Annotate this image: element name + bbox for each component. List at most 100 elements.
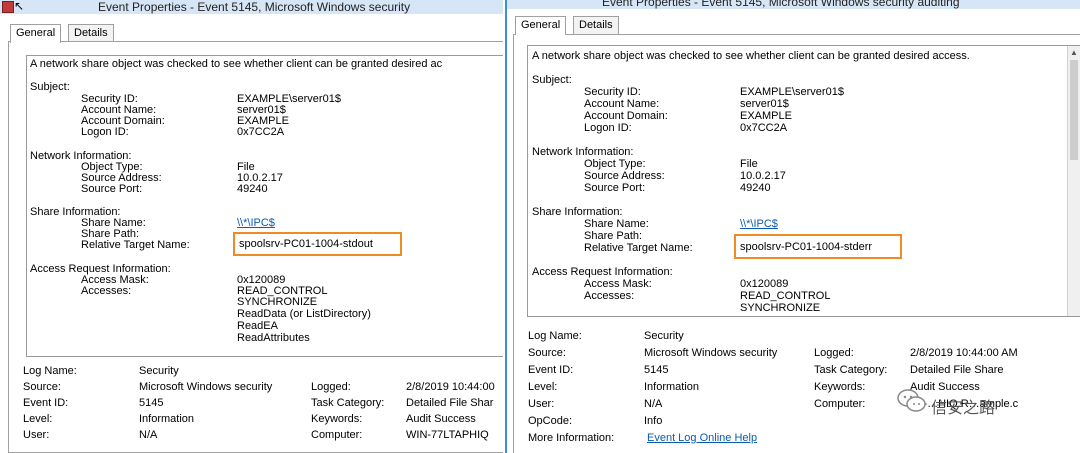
logged-value: 2/8/2019 10:44:00 xyxy=(406,381,495,393)
subject-header: Subject: xyxy=(30,81,70,93)
source-value: Microsoft Windows security xyxy=(139,381,273,393)
event-id-value: 5145 xyxy=(644,364,669,376)
source-label: Source: xyxy=(528,347,566,359)
account-name-value: server01$ xyxy=(740,98,789,110)
event-properties-window-right: Event Properties - Event 5145, Microsoft… xyxy=(505,0,1080,453)
user-label: User: xyxy=(528,398,555,410)
logon-id-label: Logon ID: xyxy=(584,122,632,134)
more-info-label: More Information: xyxy=(528,432,615,444)
event-properties-window-left: ↖ Event Properties - Event 5145, Microso… xyxy=(0,0,503,453)
logged-label: Logged: xyxy=(814,347,854,359)
source-address-value: 10.0.2.17 xyxy=(740,170,786,182)
share-info-header: Share Information: xyxy=(532,206,623,218)
subject-header: Subject: xyxy=(532,74,572,86)
access-right: SYNCHRONIZE xyxy=(740,302,821,314)
relative-target-label: Relative Target Name: xyxy=(584,242,693,254)
scroll-up-icon[interactable]: ▲ xyxy=(1070,48,1078,57)
level-value: Information xyxy=(139,413,195,425)
access-right: SYNCHRONIZE xyxy=(237,296,318,308)
source-address-label: Source Address: xyxy=(584,170,665,182)
log-name-value: Security xyxy=(139,365,179,377)
relative-target-value: spoolsrv-PC01-1004-stderr xyxy=(740,241,873,253)
share-name-label: Share Name: xyxy=(584,218,649,230)
logon-id-label: Logon ID: xyxy=(81,126,129,138)
wechat-logo-icon xyxy=(897,389,926,412)
level-value: Information xyxy=(644,381,700,393)
tab-general[interactable]: General xyxy=(515,16,567,35)
access-mask-value: 0x120089 xyxy=(740,278,789,290)
log-name-label: Log Name: xyxy=(528,330,582,342)
keywords-label: Keywords: xyxy=(311,413,363,425)
user-value: N/A xyxy=(139,429,158,441)
log-name-label: Log Name: xyxy=(23,365,77,377)
logon-id-value: 0x7CC2A xyxy=(740,122,788,134)
source-label: Source: xyxy=(23,381,61,393)
share-name-link[interactable]: \\*\IPC$ xyxy=(740,218,778,230)
relative-target-label: Relative Target Name: xyxy=(81,239,190,251)
security-id-value: EXAMPLE\server01$ xyxy=(740,86,844,98)
computer-label: Computer: xyxy=(311,429,363,441)
share-path-label: Share Path: xyxy=(584,230,643,242)
log-name-value: Security xyxy=(644,330,684,342)
general-tab-panel: ▲ A network share object was checked to … xyxy=(513,34,1080,453)
keywords-value: Audit Success xyxy=(406,413,476,425)
level-label: Level: xyxy=(528,381,558,393)
tab-general[interactable]: General xyxy=(10,24,62,43)
task-category-value: Detailed File Shar xyxy=(406,397,494,409)
event-description-box[interactable]: A network share object was checked to se… xyxy=(26,55,503,357)
title-bar[interactable]: Event Properties - Event 5145, Microsoft… xyxy=(507,0,1080,9)
share-name-link[interactable]: \\*\IPC$ xyxy=(237,217,275,229)
task-category-label: Task Category: xyxy=(814,364,888,376)
security-id-label: Security ID: xyxy=(584,86,641,98)
event-id-label: Event ID: xyxy=(528,364,574,376)
account-name-label: Account Name: xyxy=(584,98,660,110)
opcode-value: Info xyxy=(644,415,663,427)
access-mask-label: Access Mask: xyxy=(584,278,652,290)
event-id-label: Event ID: xyxy=(23,397,69,409)
opcode-label: OpCode: xyxy=(528,415,573,427)
access-right: ReadAttributes xyxy=(237,332,310,344)
logged-value: 2/8/2019 10:44:00 AM xyxy=(910,347,1018,359)
mouse-cursor-icon: ↖ xyxy=(14,0,25,13)
general-tab-panel: A network share object was checked to se… xyxy=(8,41,503,453)
logon-id-value: 0x7CC2A xyxy=(237,126,285,138)
watermark-text: 信安之路 xyxy=(931,400,996,417)
access-right: ReadData (or ListDirectory) xyxy=(237,308,371,320)
tab-details[interactable]: Details xyxy=(573,16,619,34)
description-summary: A network share object was checked to se… xyxy=(532,50,970,62)
account-domain-label: Account Domain: xyxy=(584,110,668,122)
description-scrollbar[interactable]: ▲ xyxy=(1067,46,1080,316)
source-value: Microsoft Windows security xyxy=(644,347,778,359)
computer-label: Computer: xyxy=(814,398,866,410)
source-port-label: Source Port: xyxy=(81,183,143,195)
source-port-label: Source Port: xyxy=(584,182,646,194)
source-port-value: 49240 xyxy=(237,183,268,195)
scroll-thumb[interactable] xyxy=(1070,60,1078,160)
access-right: ReadEA xyxy=(237,320,278,332)
account-domain-value: EXAMPLE xyxy=(740,110,792,122)
access-right: READ_CONTROL xyxy=(740,290,831,302)
source-port-value: 49240 xyxy=(740,182,771,194)
access-request-header: Access Request Information: xyxy=(532,266,673,278)
window-title: Event Properties - Event 5145, Microsoft… xyxy=(98,0,411,14)
user-label: User: xyxy=(23,429,50,441)
event-viewer-icon xyxy=(2,1,14,13)
logged-label: Logged: xyxy=(311,381,351,393)
event-description-box[interactable]: ▲ A network share object was checked to … xyxy=(527,45,1080,317)
network-info-header: Network Information: xyxy=(532,146,634,158)
tab-details[interactable]: Details xyxy=(68,24,114,42)
event-id-value: 5145 xyxy=(139,397,164,409)
accesses-label: Accesses: xyxy=(584,290,635,302)
accesses-label: Accesses: xyxy=(81,285,132,297)
event-log-online-help-link[interactable]: Event Log Online Help xyxy=(647,432,757,445)
description-summary: A network share object was checked to se… xyxy=(30,58,443,70)
relative-target-value: spoolsrv-PC01-1004-stdout xyxy=(239,238,373,250)
object-type-value: File xyxy=(740,158,758,170)
task-category-value: Detailed File Share xyxy=(910,364,1004,376)
keywords-label: Keywords: xyxy=(814,381,866,393)
computer-value: WIN-77LTAPHIQ xyxy=(406,429,489,441)
user-value: N/A xyxy=(644,398,663,410)
level-label: Level: xyxy=(23,413,53,425)
title-bar[interactable]: ↖ Event Properties - Event 5145, Microso… xyxy=(0,0,503,14)
task-category-label: Task Category: xyxy=(311,397,385,409)
